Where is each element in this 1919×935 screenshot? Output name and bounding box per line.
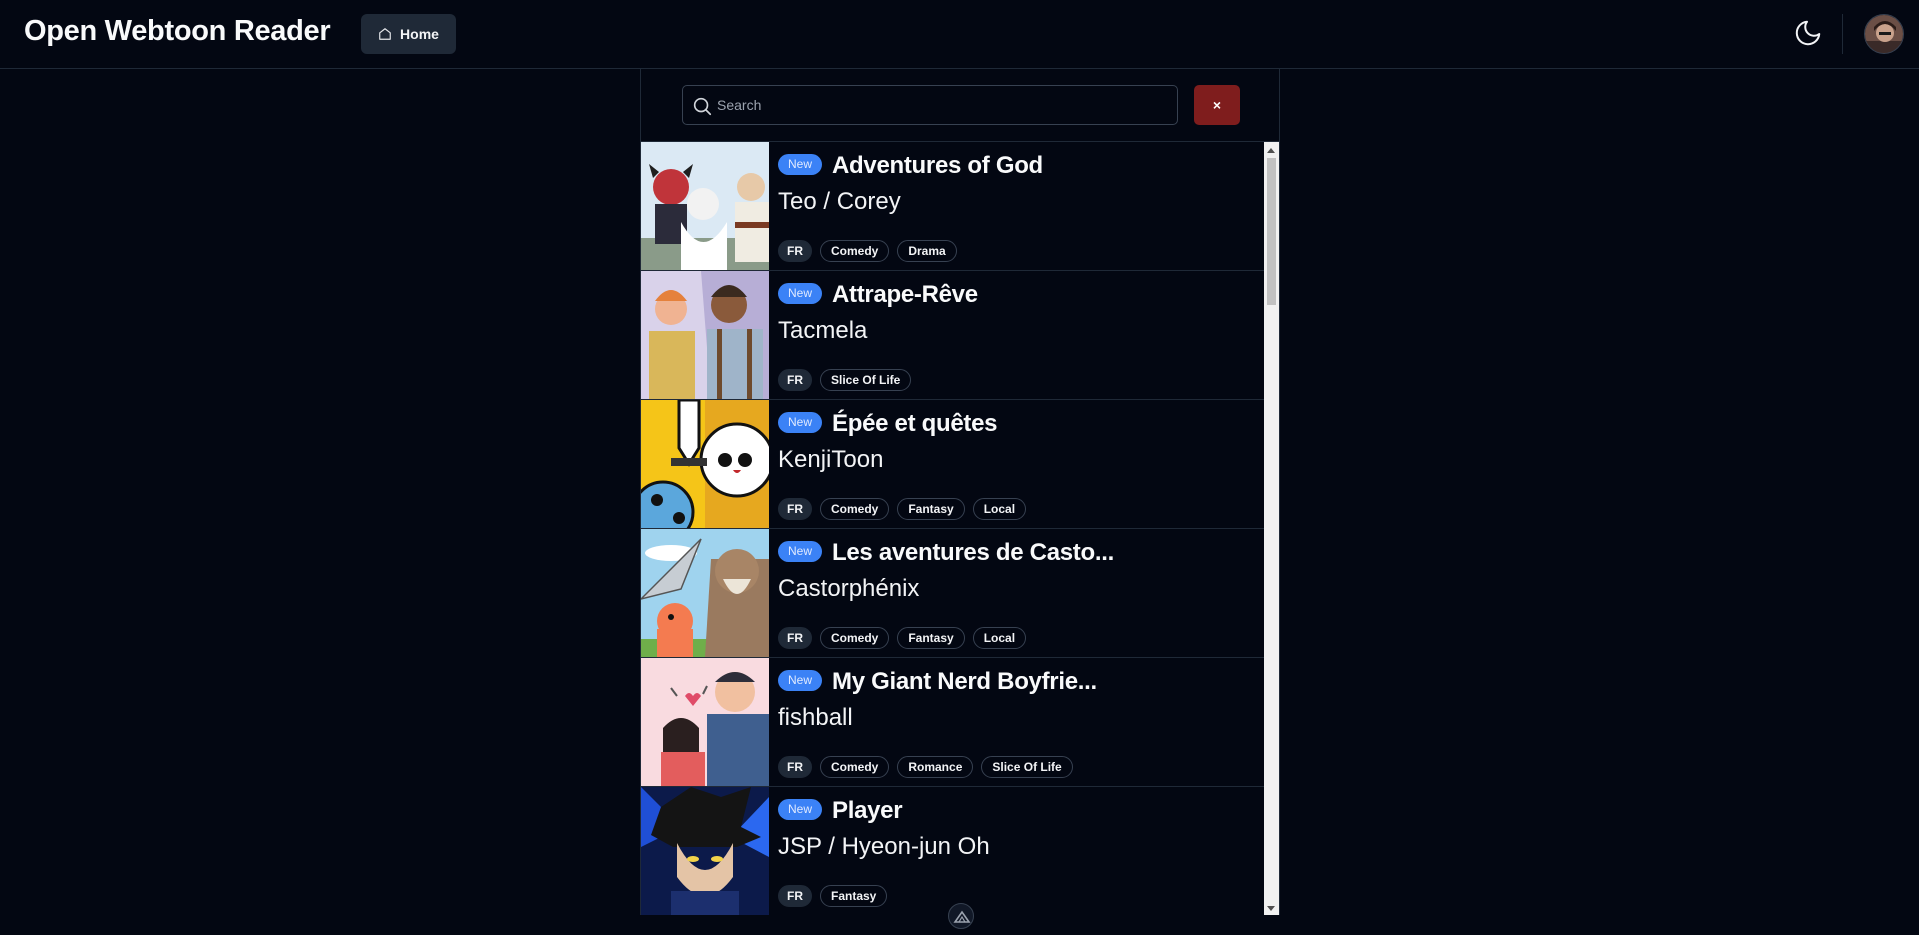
genre-tag[interactable]: Comedy <box>820 240 890 262</box>
cover-thumbnail <box>641 658 769 786</box>
webtoon-card[interactable]: New My Giant Nerd Boyfrie... fishball FR… <box>641 658 1264 787</box>
webtoon-card[interactable]: New Épée et quêtes KenjiToon FR Comedy F… <box>641 400 1264 529</box>
webtoon-card[interactable]: New Player JSP / Hyeon-jun Oh FR Fantasy <box>641 787 1264 915</box>
language-tag: FR <box>778 627 812 649</box>
webtoon-title: Épée et quêtes <box>832 410 998 437</box>
genre-tag[interactable]: Comedy <box>820 756 890 778</box>
webtoon-card[interactable]: New Attrape-Rêve Tacmela FR Slice Of Lif… <box>641 271 1264 400</box>
moon-icon <box>1793 20 1823 52</box>
new-badge: New <box>778 541 823 562</box>
webtoon-title: My Giant Nerd Boyfrie... <box>832 668 1097 695</box>
tag-list: FR Fantasy <box>778 885 888 907</box>
genre-tag[interactable]: Fantasy <box>897 627 965 649</box>
new-badge: New <box>778 283 823 304</box>
genre-tag[interactable]: Romance <box>897 756 974 778</box>
webtoon-author: KenjiToon <box>778 446 884 473</box>
top-navbar: Open Webtoon Reader Home <box>0 0 1919 69</box>
webtoon-list-panel: × New Adventures of God <box>640 69 1280 915</box>
new-badge: New <box>778 799 823 820</box>
genre-tag[interactable]: Fantasy <box>820 885 888 907</box>
new-badge: New <box>778 670 823 691</box>
cover-thumbnail <box>641 529 769 657</box>
tag-list: FR Comedy Romance Slice Of Life <box>778 756 1073 778</box>
webtoon-title: Adventures of God <box>832 152 1043 179</box>
floating-logo-icon[interactable] <box>948 903 974 929</box>
webtoon-author: Tacmela <box>778 317 868 344</box>
cover-thumbnail <box>641 400 769 528</box>
webtoon-list[interactable]: New Adventures of God Teo / Corey FR Com… <box>641 142 1264 915</box>
user-avatar[interactable] <box>1864 14 1904 54</box>
cover-thumbnail <box>641 271 769 399</box>
language-tag: FR <box>778 240 812 262</box>
search-input[interactable] <box>715 86 1170 124</box>
tag-list: FR Comedy Fantasy Local <box>778 627 1027 649</box>
new-badge: New <box>778 154 823 175</box>
genre-tag[interactable]: Local <box>972 498 1027 520</box>
genre-tag[interactable]: Fantasy <box>897 498 965 520</box>
language-tag: FR <box>778 498 812 520</box>
genre-tag[interactable]: Comedy <box>820 627 890 649</box>
tag-list: FR Comedy Fantasy Local <box>778 498 1027 520</box>
app-title[interactable]: Open Webtoon Reader <box>24 15 331 48</box>
genre-tag[interactable]: Slice Of Life <box>820 369 912 391</box>
webtoon-author: fishball <box>778 704 853 731</box>
language-tag: FR <box>778 756 812 778</box>
clear-search-button[interactable]: × <box>1194 85 1240 125</box>
webtoon-author: JSP / Hyeon-jun Oh <box>778 833 990 860</box>
genre-tag[interactable]: Slice Of Life <box>981 756 1073 778</box>
tag-list: FR Comedy Drama <box>778 240 957 262</box>
webtoon-card[interactable]: New Adventures of God Teo / Corey FR Com… <box>641 142 1264 271</box>
header-divider <box>1842 14 1843 54</box>
cover-thumbnail <box>641 787 769 915</box>
genre-tag[interactable]: Drama <box>897 240 957 262</box>
webtoon-title: Player <box>832 797 903 824</box>
home-button[interactable]: Home <box>361 14 456 54</box>
scroll-up-arrow-icon[interactable] <box>1267 148 1275 153</box>
cover-thumbnail <box>641 142 769 270</box>
scrollbar-thumb[interactable] <box>1267 158 1276 305</box>
webtoon-title: Attrape-Rêve <box>832 281 978 308</box>
language-tag: FR <box>778 369 812 391</box>
webtoon-author: Castorphénix <box>778 575 920 602</box>
list-scrollbar[interactable] <box>1264 142 1279 915</box>
tag-list: FR Slice Of Life <box>778 369 912 391</box>
home-icon <box>378 27 392 41</box>
genre-tag[interactable]: Comedy <box>820 498 890 520</box>
home-button-label: Home <box>400 26 439 42</box>
webtoon-author: Teo / Corey <box>778 188 901 215</box>
search-box[interactable] <box>682 85 1178 125</box>
theme-toggle-button[interactable] <box>1793 18 1823 48</box>
genre-tag[interactable]: Local <box>972 627 1027 649</box>
language-tag: FR <box>778 885 812 907</box>
new-badge: New <box>778 412 823 433</box>
scroll-down-arrow-icon[interactable] <box>1267 906 1275 911</box>
webtoon-card[interactable]: New Les aventures de Casto... Castorphén… <box>641 529 1264 658</box>
webtoon-title: Les aventures de Casto... <box>832 539 1114 566</box>
